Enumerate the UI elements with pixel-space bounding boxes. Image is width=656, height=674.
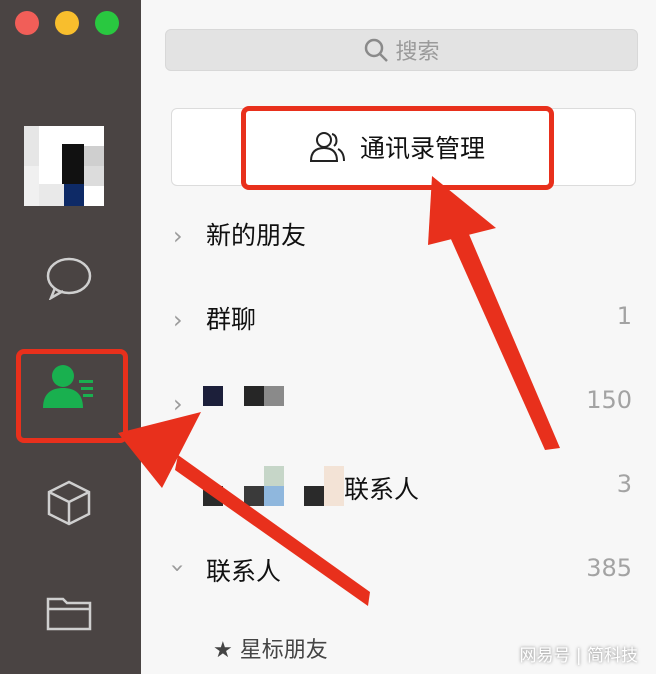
watermark: 网易号 | 简科技 (519, 646, 638, 666)
list-item-label: 新的朋友 (206, 221, 307, 250)
chevron-right-icon: › (173, 390, 183, 418)
list-item-count: 3 (616, 470, 632, 498)
list-item-count: 150 (586, 386, 632, 414)
manage-highlight-box (241, 106, 554, 190)
chevron-right-icon: › (173, 222, 183, 250)
list-item-new-friends[interactable]: › 新的朋友 (141, 206, 656, 266)
search-icon (365, 38, 389, 62)
list-item-contacts[interactable]: › 联系人 385 (141, 542, 656, 602)
sidebar (0, 0, 141, 674)
list-item-label: 联系人 (206, 557, 282, 586)
contacts-panel: 搜索 通讯录管理 › 新的朋友 › 群聊 1 › 150 联系人 3 › 联系人… (141, 0, 656, 674)
starred-friends-label[interactable]: ★ 星标朋友 (213, 632, 328, 664)
chevron-down-icon: › (163, 563, 192, 573)
chat-bubble-icon[interactable] (40, 249, 98, 307)
close-window-button[interactable] (15, 11, 39, 35)
contacts-highlight-box (16, 349, 128, 443)
minimize-window-button[interactable] (55, 11, 79, 35)
folder-icon[interactable] (40, 584, 98, 642)
list-item-count: 1 (616, 302, 632, 330)
search-input[interactable]: 搜索 (165, 29, 638, 71)
cube-icon[interactable] (40, 474, 98, 532)
list-item-count: 385 (586, 554, 632, 582)
list-item-group-chats[interactable]: › 群聊 1 (141, 290, 656, 350)
avatar[interactable] (24, 126, 104, 206)
list-item-label: 群聊 (206, 305, 257, 334)
search-placeholder: 搜索 (395, 40, 440, 65)
list-item-label: 联系人 (344, 475, 420, 504)
list-item-blurred[interactable]: › 150 (141, 374, 656, 434)
chevron-right-icon: › (173, 306, 183, 334)
list-item-official-contacts[interactable]: 联系人 3 (141, 458, 656, 518)
maximize-window-button[interactable] (95, 11, 119, 35)
